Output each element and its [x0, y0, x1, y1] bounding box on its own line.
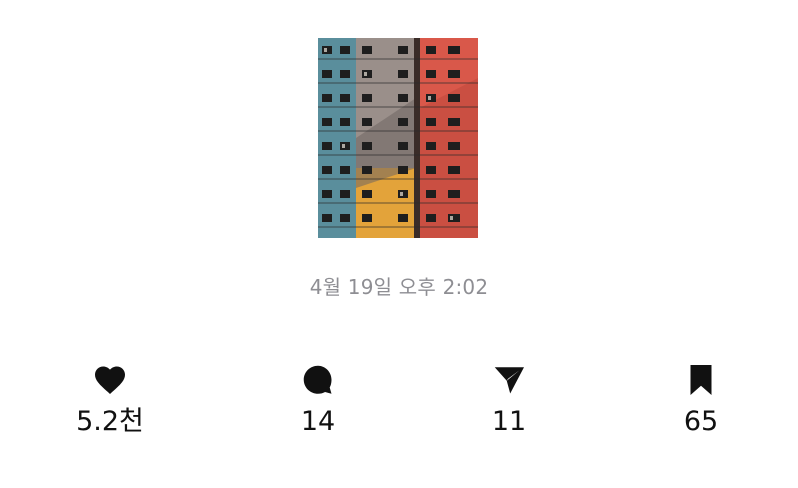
comment-count: 14 [300, 406, 336, 437]
send-arrow-icon [491, 362, 527, 398]
post-action-bar: 5.2천 14 11 65 [0, 362, 798, 452]
comment-bubble-icon [300, 362, 336, 398]
post-timestamp: 4월 19일 오후 2:02 [309, 275, 489, 299]
bookmark-button[interactable]: 65 [641, 362, 761, 452]
heart-icon [92, 362, 128, 398]
bookmark-icon [683, 362, 719, 398]
comment-button[interactable]: 14 [258, 362, 378, 452]
like-count: 5.2천 [76, 406, 144, 437]
bookmark-count: 65 [683, 406, 719, 437]
post-image[interactable] [318, 38, 478, 238]
share-count: 11 [491, 406, 527, 437]
like-button[interactable]: 5.2천 [50, 362, 170, 452]
share-button[interactable]: 11 [449, 362, 569, 452]
